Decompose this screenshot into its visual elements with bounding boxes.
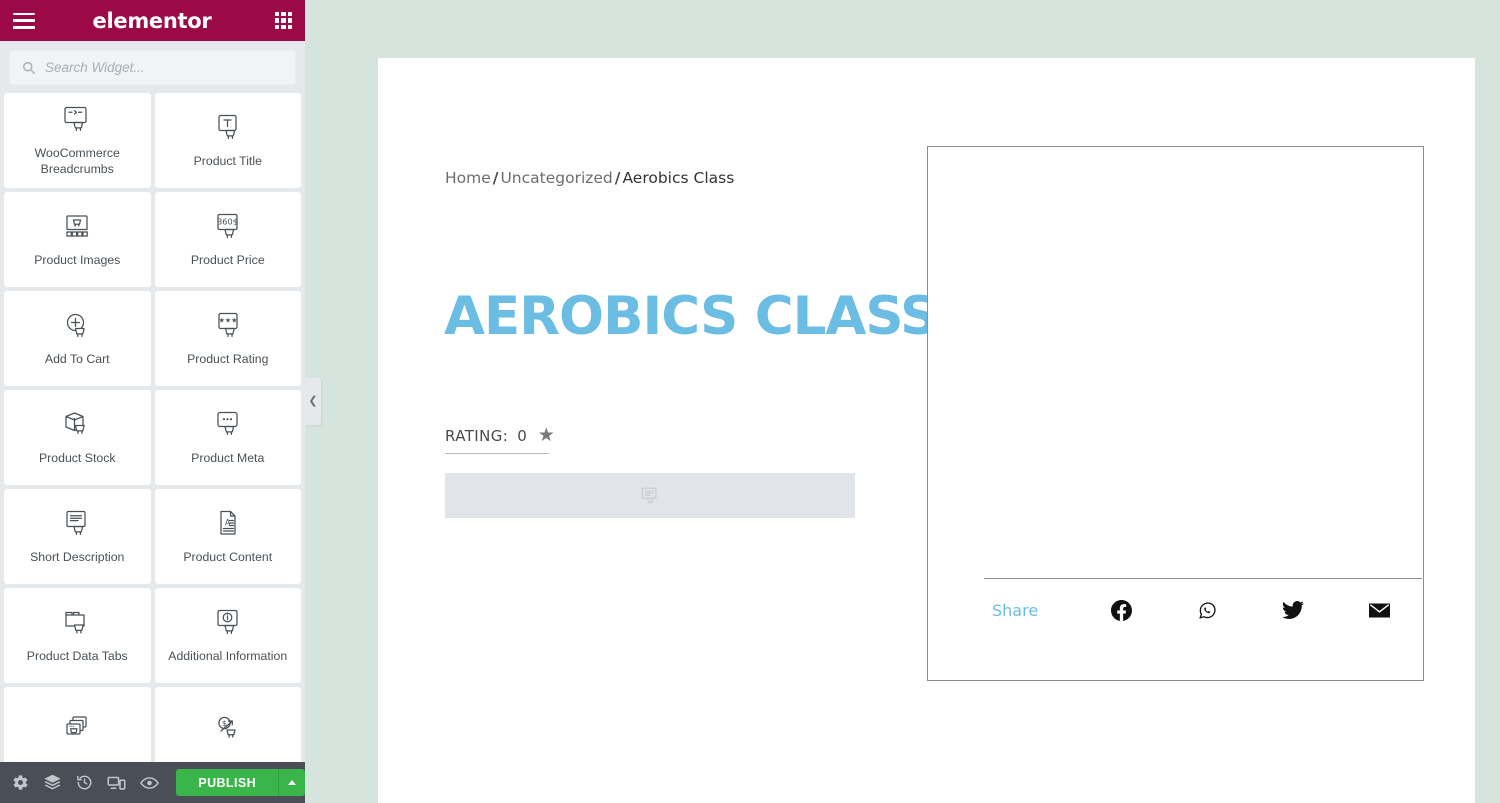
- lines-cart-icon: [641, 487, 657, 504]
- widget-product-stock[interactable]: Product Stock: [4, 390, 151, 485]
- widget-product-meta[interactable]: Product Meta: [154, 390, 301, 485]
- document-a-icon: A: [211, 508, 245, 540]
- widget-label: Product Price: [190, 252, 265, 267]
- widget-add-to-cart[interactable]: Add To Cart: [4, 291, 151, 386]
- responsive-icon: [107, 776, 126, 790]
- history-button[interactable]: [69, 762, 101, 803]
- rating-label: RATING:: [445, 426, 509, 445]
- widget-label: Add To Cart: [44, 351, 110, 366]
- chevron-left-icon: ❮: [308, 395, 318, 407]
- panel-header: elementor: [0, 0, 305, 41]
- widget-label: Product Stock: [38, 450, 116, 465]
- widget-product-title[interactable]: Product Title: [154, 93, 301, 188]
- rating-value: 0: [517, 426, 527, 445]
- product-images[interactable]: Share: [927, 146, 1424, 681]
- price-360-cart-icon: 360$: [211, 211, 245, 243]
- widget-label: Product Data Tabs: [26, 648, 128, 663]
- breadcrumbs-cart-icon: [60, 104, 94, 136]
- widget-short-description[interactable]: Short Description: [4, 489, 151, 584]
- hamburger-icon[interactable]: [13, 12, 35, 29]
- folder-cart-icon: [60, 607, 94, 639]
- widget-product-price[interactable]: 360$ Product Price: [154, 192, 301, 287]
- widget-product-data-tabs[interactable]: Product Data Tabs: [4, 588, 151, 683]
- publish-button[interactable]: PUBLISH: [176, 769, 278, 796]
- info-cart-icon: [211, 607, 245, 639]
- widget-label: Short Description: [30, 549, 125, 564]
- widget-product-content[interactable]: A Product Content: [154, 489, 301, 584]
- breadcrumb-separator: /: [614, 169, 621, 187]
- add-to-cart-icon: [60, 310, 94, 342]
- preview-button[interactable]: [133, 762, 165, 803]
- preview-page: Home / Uncategorized / Aerobics Class AEROBI…: [378, 58, 1475, 803]
- share-label: Share: [992, 600, 1039, 620]
- upsell-dollar-cart-icon: $: [211, 714, 245, 746]
- widget-label: Additional Information: [168, 648, 288, 663]
- responsive-mode-button[interactable]: [101, 762, 133, 803]
- widget-product-rating[interactable]: ★★★ Product Rating: [154, 291, 301, 386]
- short-description-placeholder[interactable]: [445, 473, 855, 518]
- whatsapp-icon[interactable]: [1165, 600, 1251, 621]
- rating-underline: [445, 453, 549, 454]
- widget-label: Product Content: [183, 549, 273, 564]
- widget-label: WooCommerce Breadcrumbs: [34, 146, 120, 176]
- elementor-logo: elementor: [92, 8, 212, 33]
- share-buttons[interactable]: Share: [984, 579, 1422, 641]
- breadcrumb-item-current: Aerobics Class: [622, 169, 735, 187]
- publish-group: PUBLISH: [176, 769, 305, 796]
- apps-grid-icon[interactable]: [274, 12, 292, 29]
- lines-cart-icon: [60, 508, 94, 540]
- product-images-icon: [60, 211, 94, 243]
- search-input[interactable]: [45, 60, 283, 75]
- navigator-button[interactable]: [36, 762, 68, 803]
- breadcrumb-item-home[interactable]: Home: [445, 169, 491, 187]
- widget-label: Product Meta: [191, 450, 265, 465]
- widget-woocommerce-breadcrumbs[interactable]: WooCommerce Breadcrumbs: [4, 93, 151, 188]
- search-box[interactable]: [9, 50, 296, 85]
- widget-product-images[interactable]: Product Images: [4, 192, 151, 287]
- search-icon: [23, 61, 36, 74]
- widget-label: Product Title: [193, 153, 262, 168]
- stacked-windows-cart-icon: [60, 714, 94, 746]
- widget-label: Product Images: [34, 252, 121, 267]
- svg-text:★★★: ★★★: [218, 316, 237, 324]
- editor-canvas-area: Home / Uncategorized / Aerobics Class AEROBI…: [305, 0, 1500, 803]
- settings-button[interactable]: [4, 762, 36, 803]
- history-icon: [77, 775, 92, 790]
- panel-footer-toolbar: PUBLISH: [0, 762, 305, 803]
- facebook-icon[interactable]: [1079, 599, 1165, 621]
- widget-grid: WooCommerce Breadcrumbs Product Title Pr…: [0, 93, 305, 803]
- layers-icon: [44, 774, 61, 790]
- elementor-panel: elementor Search Widget... WooCommerce B…: [0, 0, 305, 803]
- woocommerce-breadcrumbs[interactable]: Home / Uncategorized / Aerobics Class: [445, 169, 734, 187]
- stars-cart-icon: ★★★: [211, 310, 245, 342]
- widget-additional-information[interactable]: Additional Information: [154, 588, 301, 683]
- widget-label: Product Rating: [187, 351, 269, 366]
- gear-icon: [13, 775, 28, 790]
- box-cart-icon: [60, 409, 94, 441]
- publish-options-button[interactable]: [278, 769, 305, 796]
- panel-collapse-handle[interactable]: ❮: [305, 378, 321, 425]
- eye-icon: [139, 776, 159, 789]
- envelope-icon[interactable]: [1336, 602, 1422, 619]
- breadcrumb-item-uncategorized[interactable]: Uncategorized: [500, 169, 612, 187]
- star-icon: ★: [537, 425, 555, 446]
- dots-cart-icon: [211, 409, 245, 441]
- svg-text:360$: 360$: [217, 216, 238, 226]
- breadcrumb-separator: /: [492, 169, 499, 187]
- elementor-editor: Home / Uncategorized / Aerobics Class AEROBI…: [0, 0, 1500, 803]
- text-cart-icon: [211, 112, 245, 144]
- widget-search-wrap: [0, 41, 305, 93]
- product-title[interactable]: AEROBICS CLASS: [444, 290, 938, 343]
- twitter-icon[interactable]: [1251, 599, 1337, 621]
- product-rating[interactable]: RATING: 0 ★: [445, 426, 555, 454]
